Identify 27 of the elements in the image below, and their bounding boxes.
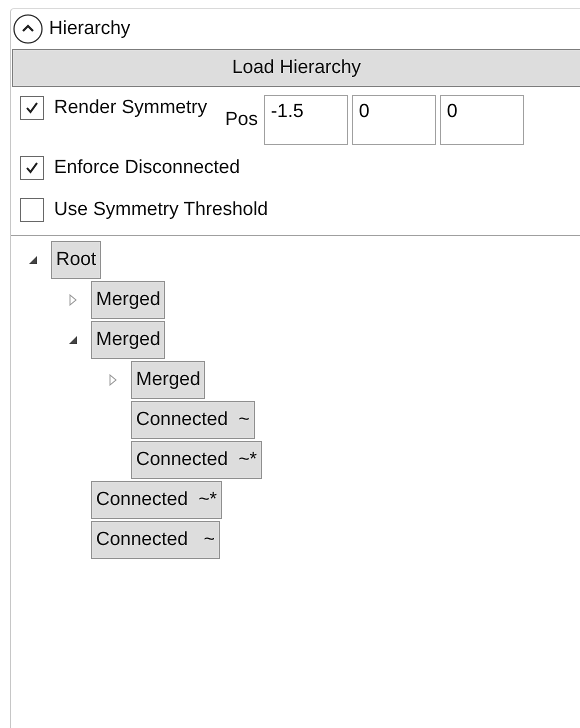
collapse-toggle-icon[interactable] [13,14,43,44]
tree-node[interactable]: Connected ~ [91,521,220,559]
checkbox-label: Use Symmetry Threshold [54,199,268,221]
tree-node[interactable]: Merged [91,321,166,359]
input-field[interactable]: 0 [440,95,524,145]
expanded-arrow-icon[interactable] [28,256,38,264]
checkbox[interactable] [20,198,44,222]
tree-node[interactable]: Root [51,241,102,279]
tree-node[interactable]: Connected ~ [131,401,255,439]
checkmark-icon [24,100,40,116]
collapsed-arrow-icon[interactable] [109,374,117,386]
checkmark-icon [24,160,40,176]
checkbox[interactable] [20,156,44,180]
checkbox[interactable] [20,96,44,120]
tree-node[interactable]: Merged [91,281,166,319]
panel-title: Hierarchy [49,18,130,40]
tree-node[interactable]: Connected ~* [131,441,262,479]
tree-node[interactable]: Merged [131,361,206,399]
expanded-arrow-icon[interactable] [68,336,78,344]
tree-node[interactable]: Connected ~* [91,481,222,519]
checkbox-label: Enforce Disconnected [54,157,240,179]
input-field[interactable]: 0 [352,95,436,145]
pos-label: Pos [225,109,258,131]
checkbox-label: Render Symmetry [54,97,208,119]
input-field[interactable]: -1.5 [264,95,348,145]
collapsed-arrow-icon[interactable] [69,294,77,306]
load-hierarchy-button[interactable]: Load Hierarchy [12,49,580,87]
